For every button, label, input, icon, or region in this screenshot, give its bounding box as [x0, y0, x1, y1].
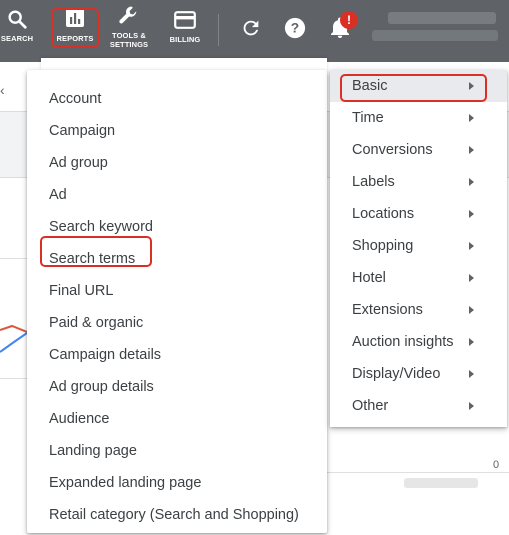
tools-settings-button[interactable]: TOOLS & SETTINGS — [103, 0, 155, 62]
billing-card-icon — [174, 11, 196, 29]
collapse-chevron-icon[interactable]: ‹ — [0, 82, 5, 98]
submenu-arrow-icon — [469, 402, 474, 410]
submenu-arrow-icon — [469, 114, 474, 122]
report-item-search-keyword[interactable]: Search keyword — [27, 211, 327, 243]
category-item-auction-insights[interactable]: Auction insights — [330, 326, 507, 358]
category-label: Basic — [352, 78, 388, 94]
submenu-arrow-icon — [469, 306, 474, 314]
search-label: SEARCH — [0, 34, 34, 43]
chart-gridline — [0, 258, 27, 259]
category-label: Time — [352, 110, 384, 126]
category-label: Display/Video — [352, 366, 441, 382]
category-item-labels[interactable]: Labels — [330, 166, 507, 198]
category-label: Shopping — [352, 238, 414, 254]
report-item-campaign-details[interactable]: Campaign details — [27, 339, 327, 371]
report-item-retail-category[interactable]: Retail category (Search and Shopping) — [27, 499, 327, 531]
tools-label-line1: TOOLS & — [112, 31, 146, 40]
category-item-display-video[interactable]: Display/Video — [330, 358, 507, 390]
toolbar-divider — [218, 14, 219, 46]
chart-gridline — [0, 378, 27, 379]
help-icon[interactable]: ? — [284, 17, 306, 39]
category-item-time[interactable]: Time — [330, 102, 507, 134]
report-item-paid-organic[interactable]: Paid & organic — [27, 307, 327, 339]
report-item-account[interactable]: Account — [27, 83, 327, 115]
category-label: Hotel — [352, 270, 386, 286]
account-email-blurred[interactable] — [372, 30, 498, 41]
submenu-arrow-icon — [469, 242, 474, 250]
reports-icon — [66, 9, 84, 27]
reports-button[interactable]: REPORTS — [52, 0, 98, 62]
report-item-ad[interactable]: Ad — [27, 179, 327, 211]
report-item-final-url[interactable]: Final URL — [27, 275, 327, 307]
submenu-arrow-icon — [469, 274, 474, 282]
category-label: Other — [352, 398, 389, 414]
report-item-landing-page[interactable]: Landing page — [27, 435, 327, 467]
category-item-shopping[interactable]: Shopping — [330, 230, 507, 262]
submenu-arrow-icon — [469, 370, 474, 378]
report-item-search-terms[interactable]: Search terms — [27, 243, 327, 275]
category-item-other[interactable]: Other — [330, 390, 507, 422]
category-item-hotel[interactable]: Hotel — [330, 262, 507, 294]
google-ads-page: ‹ 0 SEARCH REPORTS TOOLS & SETTINGS BILL… — [0, 0, 509, 535]
submenu-arrow-icon — [469, 146, 474, 154]
reports-label: REPORTS — [56, 34, 94, 43]
category-label: Conversions — [352, 142, 433, 158]
submenu-arrow-icon — [469, 210, 474, 218]
billing-button[interactable]: BILLING — [163, 0, 207, 62]
billing-label: BILLING — [169, 35, 201, 44]
report-item-ad-group-details[interactable]: Ad group details — [27, 371, 327, 403]
report-item-ad-group[interactable]: Ad group — [27, 147, 327, 179]
refresh-icon[interactable] — [240, 17, 262, 39]
account-name-blurred[interactable] — [388, 12, 496, 24]
category-item-conversions[interactable]: Conversions — [330, 134, 507, 166]
category-label: Locations — [352, 206, 415, 222]
submenu-arrow-icon — [469, 338, 474, 346]
category-label: Labels — [352, 174, 395, 190]
report-item-expanded-landing-page[interactable]: Expanded landing page — [27, 467, 327, 499]
category-item-extensions[interactable]: Extensions — [330, 294, 507, 326]
submenu-arrow-icon — [469, 178, 474, 186]
tools-label-line2: SETTINGS — [109, 40, 149, 49]
category-item-locations[interactable]: Locations — [330, 198, 507, 230]
svg-text:?: ? — [291, 21, 299, 36]
search-icon — [8, 10, 27, 29]
wrench-icon — [119, 6, 137, 24]
report-item-audience[interactable]: Audience — [27, 403, 327, 435]
notification-badge[interactable]: ! — [340, 11, 358, 29]
search-button[interactable]: SEARCH — [0, 0, 34, 62]
blurred-date-label — [404, 478, 478, 488]
chart-gridline — [327, 472, 509, 473]
report-category-menu: Basic Time Conversions Labels Locations … — [330, 70, 507, 427]
top-toolbar: SEARCH REPORTS TOOLS & SETTINGS BILLING … — [0, 0, 509, 62]
report-item-campaign[interactable]: Campaign — [27, 115, 327, 147]
chart-axis-zero: 0 — [493, 459, 500, 471]
submenu-arrow-icon — [469, 82, 474, 90]
chart-lines — [0, 324, 27, 353]
category-label: Extensions — [352, 302, 423, 318]
category-label: Auction insights — [352, 334, 454, 350]
category-item-basic[interactable]: Basic — [330, 70, 507, 102]
reports-menu: Account Campaign Ad group Ad Search keyw… — [27, 70, 327, 533]
